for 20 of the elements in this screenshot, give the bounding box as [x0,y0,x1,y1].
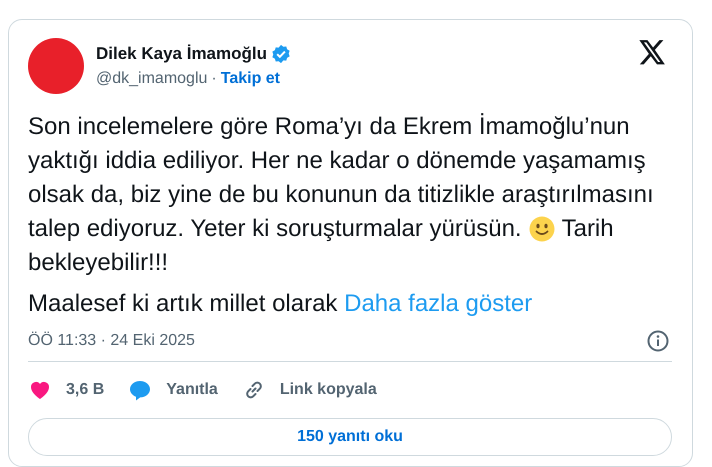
tweet-text: bekleyebilir!!! [28,248,168,278]
copy-link-button[interactable]: Link kopyala [242,378,377,402]
timestamp: ÖÖ 11:33 · 24 Eki 2025 [28,330,195,351]
tweet-text: Son incelemelere göre Roma’yı da Ekrem İmamoğlu’nun [28,112,630,142]
x-logo-icon[interactable] [639,40,666,65]
follow-link[interactable]: Takip et [220,66,280,91]
author-name: Dilek Kaya İmamoğlu [96,43,268,66]
smiley-icon [528,216,555,242]
author-handle: @dk_imamoglu [96,68,208,89]
reply-button[interactable]: Yanıtla [128,378,218,402]
tweet-text: yaktığı iddia ediliyor. Her ne kadar o dönemde yaşamamış [28,146,646,176]
separator: · [211,68,217,89]
read-replies-button[interactable]: 150 yanıtı oku [28,418,672,456]
tweet-text: talep ediyoruz. Yeter ki soruşturmalar yürüsün. [28,214,522,244]
speech-bubble-icon [128,378,152,402]
tweet-text: Maalesef ki artık millet olarak Daha fazla göster [28,289,534,319]
info-icon[interactable] [647,330,669,352]
like-button[interactable]: 3,6 B [28,378,104,402]
tweet-text: olsak da, biz yine de bu konunun da titizlikle araştırılmasını [28,180,654,210]
tweet-text: Tarih [562,214,614,244]
